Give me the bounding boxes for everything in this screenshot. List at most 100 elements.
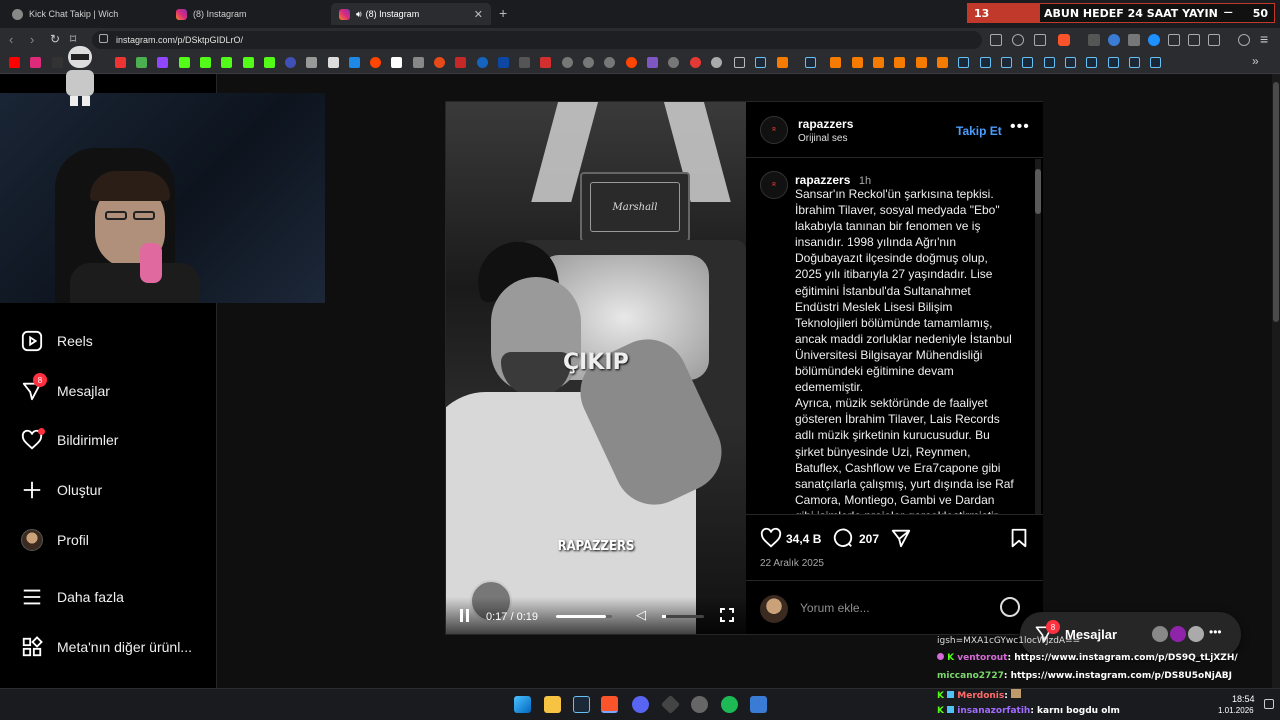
comment-input[interactable]: Yorum ekle... (800, 601, 870, 615)
bookmark-icon[interactable] (668, 57, 679, 68)
pause-icon[interactable] (466, 609, 469, 622)
audio-label[interactable]: Orijinal ses (798, 133, 847, 144)
fullscreen-icon[interactable] (720, 608, 734, 622)
discord-icon[interactable] (632, 696, 649, 713)
media-icon[interactable] (1238, 34, 1250, 46)
more-options-icon[interactable]: ••• (1209, 625, 1222, 639)
volume-icon[interactable]: ◁ (636, 607, 646, 623)
share-icon[interactable] (1034, 34, 1046, 46)
extension-icon[interactable] (1148, 34, 1160, 46)
video-progress-bar[interactable] (556, 615, 612, 618)
kick-bookmark-icon[interactable] (179, 57, 190, 68)
sidebar-icon[interactable] (1188, 34, 1200, 46)
share-icon[interactable] (890, 527, 912, 554)
folder-icon[interactable] (734, 57, 745, 68)
bookmark-icon[interactable] (285, 57, 296, 68)
close-tab-icon[interactable]: ✕ (474, 8, 483, 21)
site-info-icon[interactable] (99, 34, 108, 43)
steam-bookmark-icon[interactable] (1001, 57, 1012, 68)
sidebar-item-reels[interactable]: Reels (20, 329, 93, 353)
bookmark-icon[interactable] (690, 57, 701, 68)
bookmark-icon[interactable] (604, 57, 615, 68)
back-icon[interactable]: ‹ (9, 32, 13, 47)
sidebar-item-profile[interactable]: Profil (20, 528, 89, 552)
bookmark-icon[interactable] (894, 57, 905, 68)
bookmark-icon[interactable] (540, 57, 551, 68)
follow-button[interactable]: Takip Et (956, 124, 1002, 138)
bookmark-icon[interactable] (413, 57, 424, 68)
extension-icon[interactable] (1108, 34, 1120, 46)
tab-kick-chat[interactable]: Kick Chat Takip | Wich (4, 3, 164, 25)
bookmark-icon[interactable] (136, 57, 147, 68)
notifications-icon[interactable] (1264, 699, 1274, 709)
browser-menu-icon[interactable]: ≡ (1260, 31, 1268, 47)
reload-icon[interactable]: ↻ (50, 32, 60, 46)
steam-bookmark-icon[interactable] (1150, 57, 1161, 68)
url-bar[interactable]: instagram.com/p/DSktpGIDLrO/ (92, 31, 982, 49)
bookmark-icon[interactable] (937, 57, 948, 68)
bookmark-icon[interactable] (264, 57, 275, 68)
sidebar-item-meta-apps[interactable]: Meta'nın diğer ürünl... (20, 635, 192, 659)
comment-icon[interactable] (832, 527, 854, 554)
bookmark-icon[interactable] (852, 57, 863, 68)
sidebar-item-messages[interactable]: 8 Mesajlar (20, 373, 110, 403)
bookmark-icon[interactable] (583, 57, 594, 68)
steam-bookmark-icon[interactable] (805, 57, 816, 68)
kick-bookmark-icon[interactable] (221, 57, 232, 68)
steam-icon[interactable] (573, 696, 590, 713)
like-count[interactable]: 34,4 B (786, 532, 821, 546)
steam-bookmark-icon[interactable] (1022, 57, 1033, 68)
bookmark-icon[interactable] (498, 57, 509, 68)
author-avatar[interactable]: R (760, 116, 788, 144)
obs-icon[interactable] (691, 696, 708, 713)
wallet-icon[interactable] (1208, 34, 1220, 46)
twitch-bookmark-icon[interactable] (157, 57, 168, 68)
reddit-bookmark-icon[interactable] (370, 57, 381, 68)
brave-shield-icon[interactable] (1058, 34, 1070, 46)
reel-video[interactable]: Marshall ÇIKIP RAPAZZERS 0:17 / 0:19 ◁ (446, 102, 746, 634)
bookmark-icon[interactable] (477, 57, 488, 68)
messages-popup[interactable]: 8 Mesajlar ••• (1020, 612, 1241, 657)
steam-bookmark-icon[interactable] (1086, 57, 1097, 68)
bookmark-icon[interactable] (519, 57, 530, 68)
caption-username[interactable]: rapazzers (795, 173, 850, 187)
extension-icon[interactable] (1088, 34, 1100, 46)
extensions-icon[interactable] (1168, 34, 1180, 46)
bookmark-icon[interactable] (391, 57, 402, 68)
bookmark-icon[interactable] (434, 57, 445, 68)
more-bookmarks-icon[interactable]: » (1252, 54, 1259, 68)
steam-bookmark-icon[interactable] (1044, 57, 1055, 68)
x-bookmark-icon[interactable] (328, 57, 339, 68)
app-icon[interactable] (660, 694, 681, 715)
caption-avatar[interactable]: R (760, 171, 788, 199)
steam-bookmark-icon[interactable] (755, 57, 766, 68)
tab-instagram-active[interactable]: 🔊︎ (8) Instagram ✕ (331, 3, 491, 25)
zoom-icon[interactable] (1012, 34, 1024, 46)
steam-bookmark-icon[interactable] (1129, 57, 1140, 68)
page-scrollbar[interactable] (1272, 74, 1280, 688)
emoji-icon[interactable] (1000, 597, 1020, 617)
bookmark-icon[interactable] (306, 57, 317, 68)
bookmark-icon[interactable] (777, 57, 788, 68)
kick-bookmark-icon[interactable] (243, 57, 254, 68)
author-username[interactable]: rapazzers (798, 117, 853, 131)
steam-bookmark-icon[interactable] (980, 57, 991, 68)
windows-start-icon[interactable] (514, 696, 531, 713)
bookmark-icon[interactable] (115, 57, 126, 68)
bookmark-icon[interactable] (626, 57, 637, 68)
bookmark-icon[interactable] (647, 57, 658, 68)
steam-bookmark-icon[interactable] (1108, 57, 1119, 68)
new-tab-icon[interactable]: + (499, 5, 507, 21)
more-options-icon[interactable]: ••• (1010, 118, 1030, 136)
extension-icon[interactable] (1128, 34, 1140, 46)
youtube-bookmark-icon[interactable] (9, 57, 20, 68)
bookmark-icon[interactable] (711, 57, 722, 68)
volume-slider[interactable] (662, 615, 704, 618)
app-icon[interactable] (750, 696, 767, 713)
steam-bookmark-icon[interactable] (958, 57, 969, 68)
sidebar-item-more[interactable]: Daha fazla (20, 585, 124, 609)
save-icon[interactable] (1008, 527, 1030, 554)
brave-icon[interactable] (601, 696, 618, 713)
bookmark-icon[interactable] (873, 57, 884, 68)
kick-bookmark-icon[interactable] (200, 57, 211, 68)
